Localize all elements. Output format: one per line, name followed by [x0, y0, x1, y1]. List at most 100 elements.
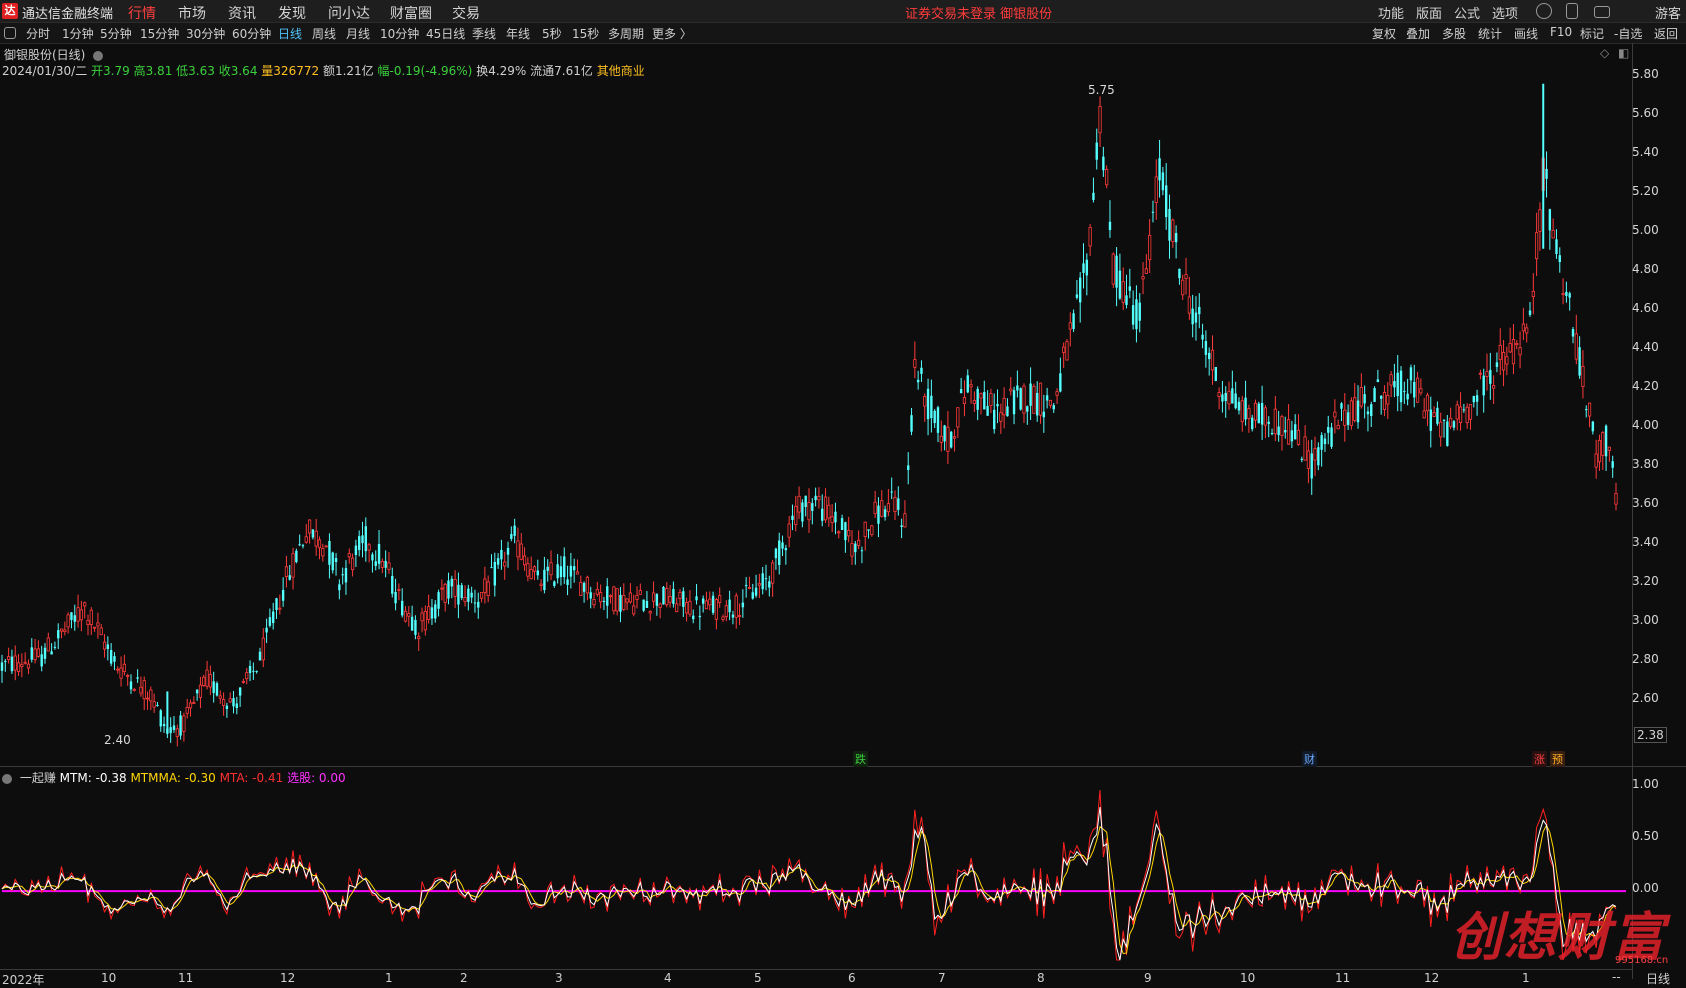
candle-up — [13, 655, 17, 671]
event-badge-finance[interactable]: 财 — [1302, 751, 1317, 767]
candle-down — [43, 647, 47, 659]
candle-down — [781, 542, 784, 549]
candle-up — [827, 504, 831, 519]
candle-down — [778, 540, 781, 566]
candle-down — [255, 671, 258, 673]
candle-down — [298, 544, 301, 546]
candlestick-chart[interactable] — [0, 0, 1632, 987]
candle-down — [136, 677, 139, 679]
candle-up — [317, 539, 322, 549]
candle-down — [109, 650, 113, 664]
candle-down — [1399, 370, 1403, 403]
candle-down — [801, 502, 804, 522]
candle-down — [1029, 383, 1032, 406]
candle-down — [473, 602, 477, 604]
candle-up — [863, 521, 867, 537]
candle-down — [437, 592, 440, 609]
candle-down — [493, 561, 496, 586]
candle-down — [1290, 430, 1294, 442]
event-badge-drop[interactable]: 跌 — [853, 751, 868, 767]
date-tick: 2022年 — [2, 973, 45, 987]
candle-down — [265, 627, 268, 633]
candle-up — [1111, 253, 1115, 285]
candle-down — [768, 581, 771, 588]
candle-up — [76, 607, 80, 622]
menu-youke[interactable]: 游客 — [1655, 3, 1681, 22]
candle-down — [1393, 381, 1396, 388]
candle-down — [996, 403, 999, 407]
candle-down — [1250, 417, 1254, 430]
candle-up — [314, 530, 318, 547]
candle-up — [579, 582, 583, 596]
axis-dash: -- — [1612, 970, 1621, 984]
candle-down — [692, 615, 695, 620]
candle-up — [397, 589, 401, 592]
candle-up — [625, 598, 629, 603]
candle-up — [608, 595, 613, 598]
candle-up — [1022, 385, 1026, 414]
candle-up — [962, 397, 967, 405]
price-tick: 3.80 — [1632, 457, 1659, 471]
event-badge-rise[interactable]: 涨 — [1532, 751, 1547, 767]
candle-down — [1340, 403, 1343, 409]
candle-up — [989, 393, 993, 406]
indicator-menu-icon[interactable] — [2, 773, 12, 784]
candle-down — [169, 727, 172, 734]
tool-fanhui[interactable]: 返回 — [1654, 25, 1678, 42]
candle-up — [1531, 290, 1535, 298]
candle-down — [172, 725, 176, 730]
candle-down — [566, 579, 569, 586]
candle-up — [46, 637, 50, 652]
candle-up — [1187, 296, 1191, 314]
candle-down — [543, 569, 546, 591]
candle-up — [704, 600, 709, 610]
candle-down — [774, 548, 778, 559]
candle-up — [873, 501, 877, 514]
candle-up — [1068, 322, 1072, 330]
candle-down — [983, 392, 986, 410]
candle-up — [737, 615, 742, 617]
candle-down — [900, 525, 903, 528]
candle-up — [1415, 377, 1420, 403]
candle-down — [1323, 438, 1327, 445]
candle-up — [1247, 408, 1251, 419]
candle-down — [1406, 393, 1409, 400]
candle-up — [585, 576, 590, 594]
period-indicator[interactable]: 日线 — [1646, 970, 1670, 987]
candle-up — [1478, 372, 1482, 375]
price-tick: 4.80 — [1632, 262, 1659, 276]
candle-down — [1115, 255, 1118, 288]
indicator-legend[interactable]: 一起赚 MTM: -0.38 MTMMA: -0.30 MTA: -0.41 选… — [2, 769, 346, 786]
candle-down — [467, 588, 470, 602]
candle-down — [1125, 295, 1128, 305]
candle-up — [1306, 450, 1311, 469]
candle-up — [119, 667, 123, 679]
candle-up — [734, 595, 738, 618]
event-badge-forecast[interactable]: 预 — [1550, 751, 1565, 767]
candle-up — [678, 591, 682, 599]
candle-up — [304, 536, 308, 543]
candle-up — [1210, 349, 1215, 371]
candle-down — [288, 575, 291, 580]
indicator-mtm: MTM: -0.38 — [59, 771, 127, 785]
date-tick: 8 — [1037, 971, 1045, 985]
candle-down — [897, 498, 900, 510]
candle-up — [188, 702, 193, 709]
candle-down — [1293, 424, 1297, 440]
price-tick: 5.20 — [1632, 184, 1659, 198]
candle-up — [923, 396, 927, 407]
indicator-mtmma: MTMMA: -0.30 — [130, 771, 216, 785]
candle-down — [1284, 430, 1287, 433]
candle-up — [205, 669, 209, 687]
candle-up — [1587, 402, 1592, 417]
date-tick: 1 — [385, 971, 393, 985]
candle-down — [513, 525, 516, 536]
candle-up — [794, 505, 798, 525]
candle-up — [407, 613, 411, 617]
candle-down — [1191, 308, 1194, 325]
candle-up — [182, 715, 186, 732]
candle-up — [1386, 394, 1390, 405]
candle-down — [1356, 400, 1360, 423]
candle-down — [1604, 425, 1608, 457]
candle-down — [559, 566, 563, 578]
